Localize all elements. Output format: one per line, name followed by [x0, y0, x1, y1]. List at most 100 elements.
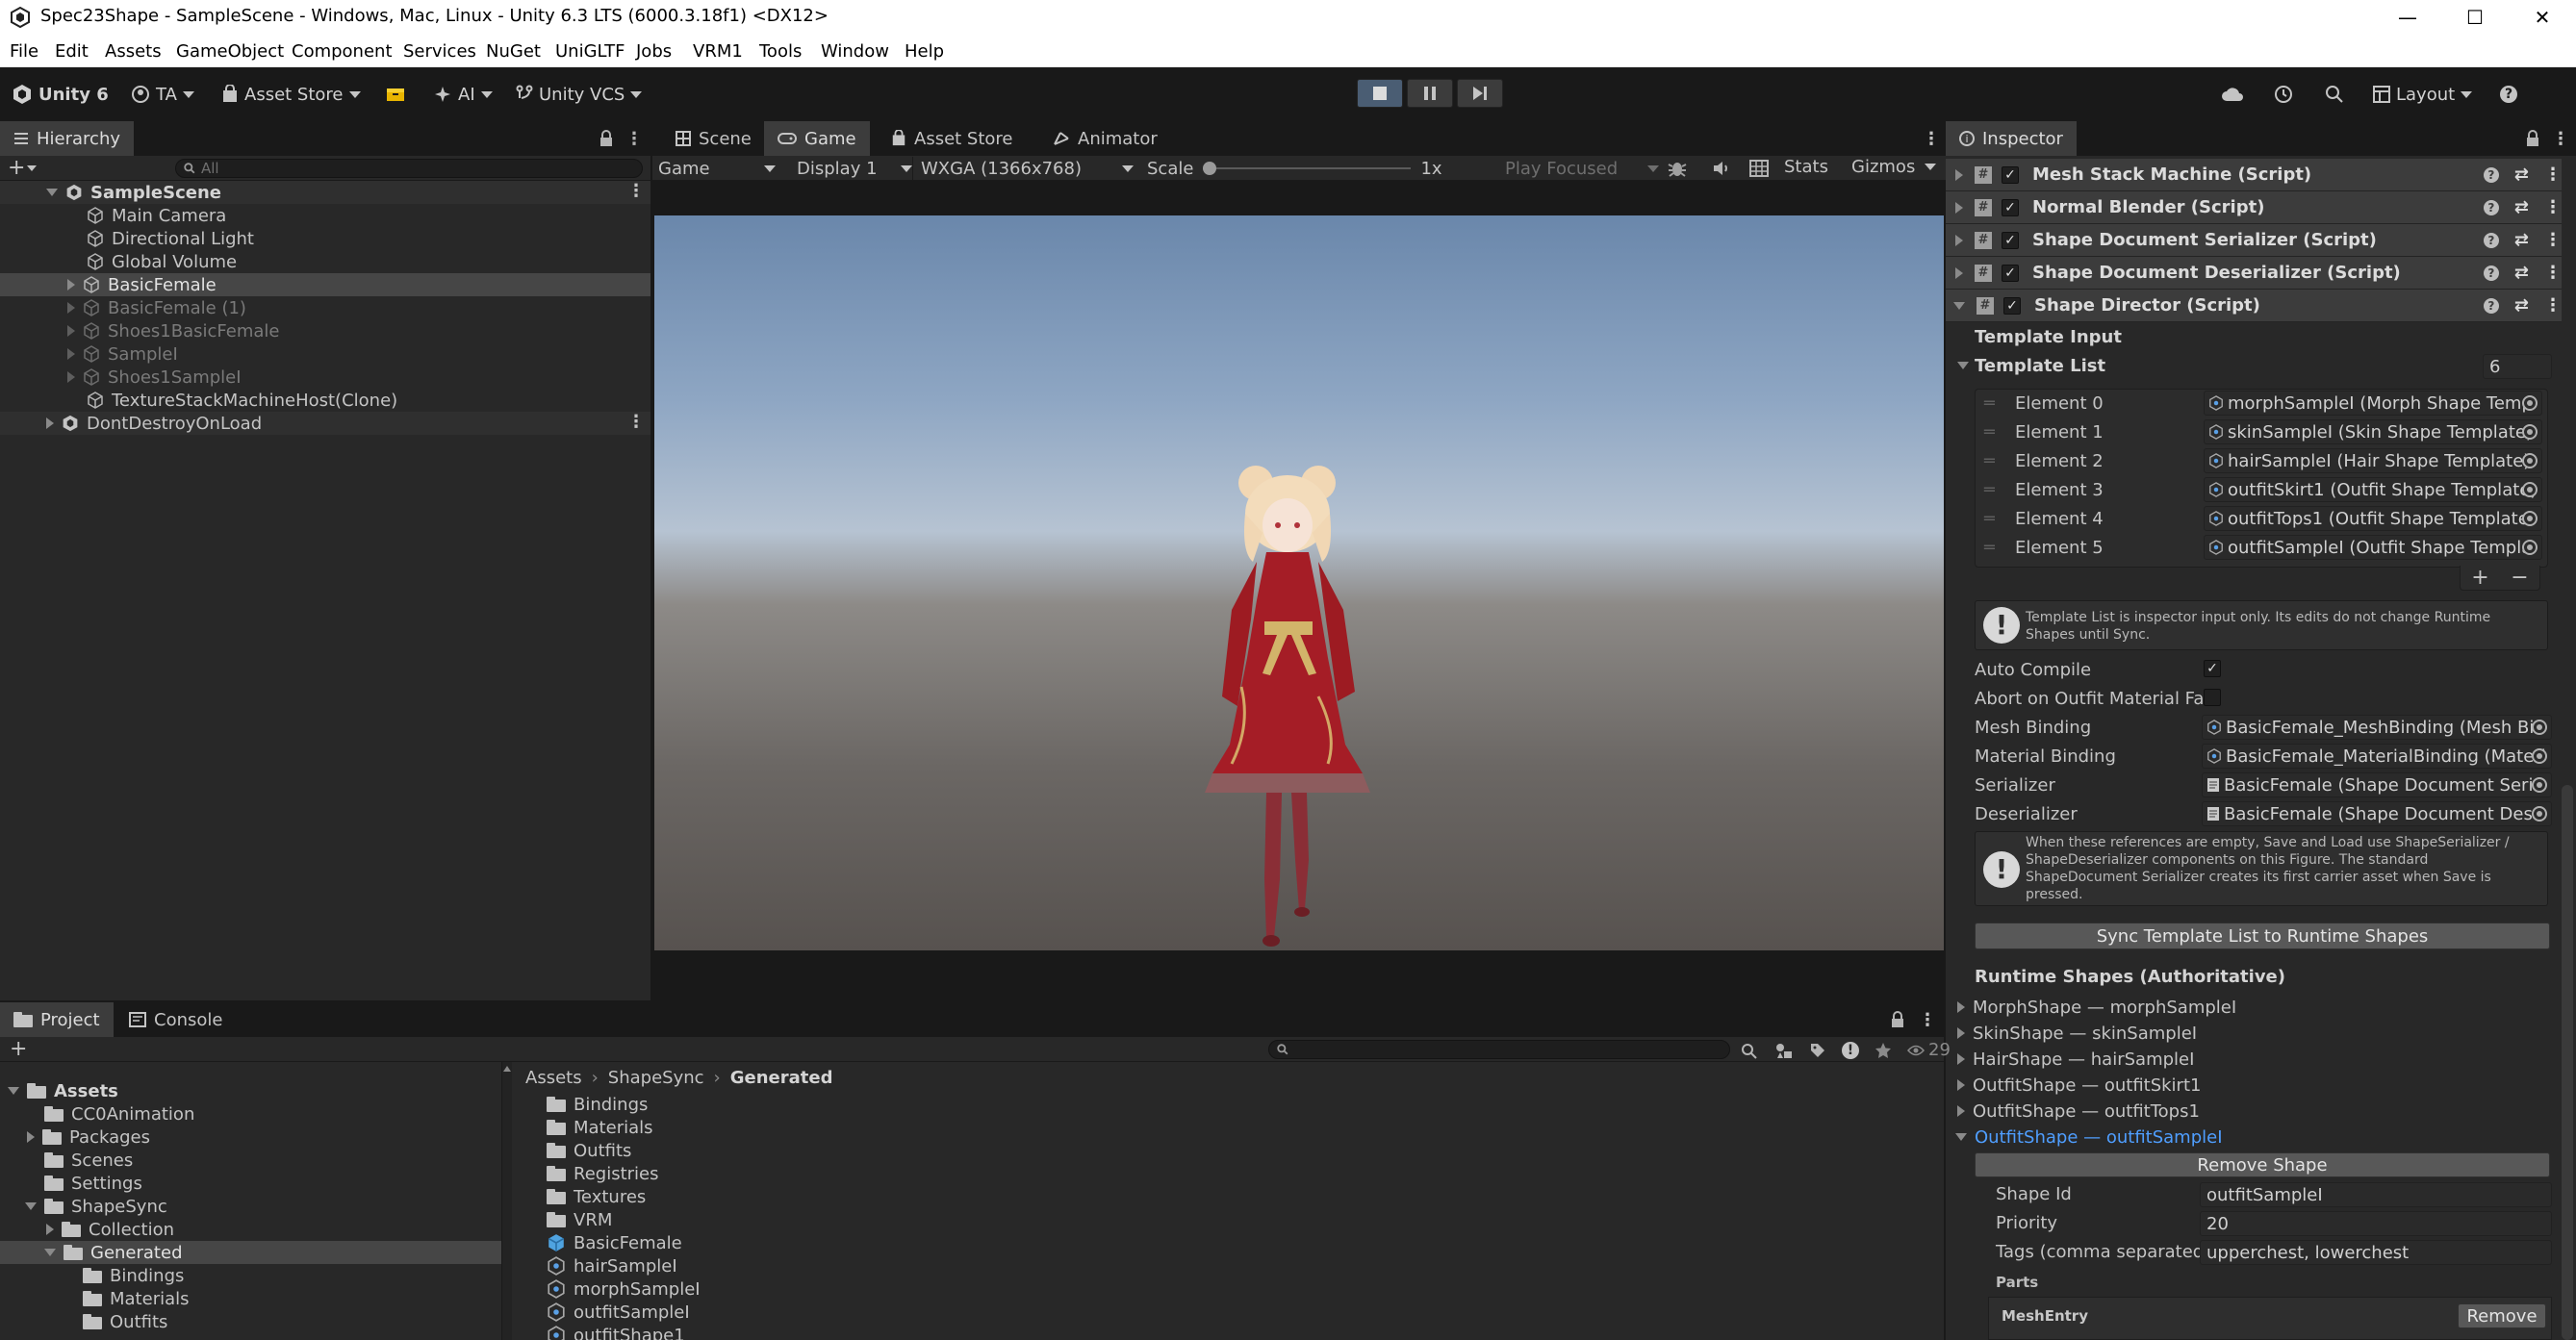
priority-field[interactable]: 20 — [2200, 1211, 2552, 1236]
menu-window[interactable]: Window — [821, 41, 889, 62]
object-picker-icon[interactable] — [2522, 511, 2538, 526]
collapse-arrow-icon[interactable] — [8, 1087, 19, 1095]
tags-field[interactable]: upperchest, lowerchest — [2200, 1240, 2552, 1265]
expand-arrow-icon[interactable] — [1957, 1001, 1965, 1013]
expand-arrow-icon[interactable] — [1957, 1053, 1965, 1065]
more-menu-icon[interactable]: ⋮ — [2552, 129, 2569, 149]
dontdestroy-item[interactable]: DontDestroyOnLoad — [46, 412, 262, 435]
menu-unigltf[interactable]: UniGLTF — [555, 41, 625, 62]
component-enabled-checkbox[interactable]: ✓ — [2002, 231, 2019, 249]
more-menu-icon[interactable]: ⋮ — [625, 129, 643, 149]
menu-edit[interactable]: Edit — [55, 41, 89, 62]
breadcrumb-shapesync[interactable]: ShapeSync — [608, 1068, 704, 1088]
expand-arrow-icon[interactable] — [46, 417, 54, 429]
presets-icon[interactable]: ⇄ — [2514, 197, 2529, 217]
file-item-registries[interactable]: Registries — [547, 1162, 659, 1185]
unity-version-button[interactable]: Unity 6 — [12, 81, 109, 108]
material-binding-field[interactable]: BasicFemale_MaterialBinding (Materi — [2202, 744, 2552, 769]
component-shape-document-deserializer[interactable]: # ✓ Shape Document Deserializer (Script)… — [1946, 257, 2562, 290]
expand-arrow-icon[interactable] — [67, 302, 75, 314]
tab-inspector[interactable]: i Inspector — [1946, 121, 2077, 156]
hierarchy-item-directional-light[interactable]: Directional Light — [87, 227, 254, 250]
display-dropdown[interactable]: Display 1 — [797, 157, 912, 180]
menu-nuget[interactable]: NuGet — [486, 41, 541, 62]
filter-type-icon[interactable] — [1774, 1042, 1794, 1059]
help-button[interactable]: ? — [2500, 81, 2517, 108]
hierarchy-item-basicfemale[interactable]: BasicFemale — [67, 273, 217, 296]
drag-handle-icon[interactable]: ═ — [1984, 451, 1995, 471]
hierarchy-item-samplei[interactable]: SampleI — [67, 342, 178, 366]
step-button[interactable] — [1457, 79, 1503, 108]
drag-handle-icon[interactable]: ═ — [1984, 480, 1995, 500]
component-enabled-checkbox[interactable]: ✓ — [2002, 198, 2019, 216]
object-picker-icon[interactable] — [2532, 720, 2547, 735]
expand-arrow-icon[interactable] — [1955, 234, 1963, 246]
scene-item[interactable]: SampleScene — [46, 181, 221, 204]
presets-icon[interactable]: ⇄ — [2514, 263, 2529, 283]
tree-item-collection[interactable]: Collection — [46, 1218, 174, 1241]
create-button[interactable]: + — [8, 156, 38, 180]
auto-compile-checkbox[interactable]: ✓ — [2204, 660, 2221, 677]
runtime-shape-item[interactable]: MorphShape — morphSampleI — [1957, 996, 2236, 1019]
component-mesh-stack-machine[interactable]: # ✓ Mesh Stack Machine (Script) ? ⇄ ⋮ — [1946, 159, 2562, 191]
tree-item-generated[interactable]: Generated — [44, 1241, 183, 1264]
file-item-outfitsamplei[interactable]: outfitSampleI — [547, 1301, 690, 1324]
file-item-materials[interactable]: Materials — [547, 1116, 653, 1139]
help-icon[interactable]: ? — [2483, 166, 2499, 183]
cloud-button[interactable] — [2221, 81, 2244, 108]
collapse-arrow-icon[interactable] — [44, 1249, 56, 1256]
expand-arrow-icon[interactable] — [27, 1131, 35, 1143]
slider-thumb[interactable] — [1203, 162, 1217, 175]
object-picker-icon[interactable] — [2532, 777, 2547, 793]
tree-item-scenes[interactable]: Scenes — [44, 1149, 133, 1172]
collapse-arrow-icon[interactable] — [46, 189, 58, 196]
help-icon[interactable]: ? — [2483, 265, 2499, 281]
file-item-outfitshape1[interactable]: outfitShape1 — [547, 1324, 685, 1340]
hierarchy-item-shoes1basicfemale[interactable]: Shoes1BasicFemale — [67, 319, 280, 342]
tab-console[interactable]: Console — [115, 1002, 236, 1037]
expand-arrow-icon[interactable] — [1955, 168, 1963, 181]
remove-element-button[interactable]: − — [2511, 566, 2528, 590]
menu-tools[interactable]: Tools — [759, 41, 802, 62]
serializer-field[interactable]: BasicFemale (Shape Document Seria — [2202, 772, 2552, 797]
menu-vrm1[interactable]: VRM1 — [693, 41, 743, 62]
tab-game[interactable]: Game — [764, 121, 870, 156]
scale-slider[interactable] — [1203, 157, 1412, 180]
hierarchy-search-input[interactable]: All — [175, 159, 643, 178]
tree-item-assets[interactable]: Assets — [8, 1079, 118, 1102]
breadcrumb-generated[interactable]: Generated — [730, 1068, 833, 1088]
dontdestroy-more-icon[interactable]: ⋮ — [627, 412, 645, 432]
menu-file[interactable]: File — [10, 41, 38, 62]
resolution-dropdown[interactable]: WXGA (1366x768) — [912, 157, 1134, 180]
search-button[interactable] — [2325, 81, 2344, 108]
element-object-field[interactable]: outfitSkirt1 (Outfit Shape Template) — [2204, 477, 2542, 502]
expand-arrow-icon[interactable] — [1955, 266, 1963, 279]
tree-item-bindings[interactable]: Bindings — [83, 1264, 184, 1287]
menu-assets[interactable]: Assets — [105, 41, 162, 62]
hierarchy-item-shoes1samplei[interactable]: Shoes1SampleI — [67, 366, 242, 389]
game-view-dropdown[interactable]: Game — [658, 157, 781, 180]
file-item-vrm[interactable]: VRM — [547, 1208, 612, 1231]
ai-dropdown[interactable]: AI — [433, 81, 493, 108]
collapse-arrow-icon[interactable] — [1957, 362, 1969, 369]
expand-arrow-icon[interactable] — [67, 371, 75, 383]
play-button[interactable] — [1357, 79, 1403, 108]
runtime-shape-item[interactable]: OutfitShape — outfitSkirt1 — [1957, 1074, 2201, 1097]
stats-grid-icon[interactable] — [1749, 160, 1769, 177]
menu-gameobject[interactable]: GameObject — [176, 41, 284, 62]
package-manager-button[interactable] — [386, 81, 405, 108]
drag-handle-icon[interactable]: ═ — [1984, 538, 1995, 558]
warning-filter-icon[interactable]: ! — [1842, 1041, 1859, 1059]
tree-item-materials[interactable]: Materials — [83, 1287, 190, 1310]
breadcrumb-assets[interactable]: Assets — [525, 1068, 582, 1088]
element-object-field[interactable]: skinSampleI (Skin Shape Template) — [2204, 419, 2542, 444]
expand-arrow-icon[interactable] — [46, 1224, 54, 1235]
component-normal-blender[interactable]: # ✓ Normal Blender (Script) ? ⇄ ⋮ — [1946, 191, 2562, 224]
hierarchy-item-texturestack[interactable]: TextureStackMachineHost(Clone) — [87, 389, 397, 412]
component-enabled-checkbox[interactable]: ✓ — [2002, 165, 2019, 184]
collapse-arrow-icon[interactable] — [25, 1202, 37, 1210]
tab-scene[interactable]: Scene — [662, 121, 765, 156]
template-list-size-field[interactable]: 6 — [2483, 354, 2552, 379]
tab-asset-store[interactable]: Asset Store — [878, 121, 1027, 156]
minimize-button[interactable]: — — [2379, 0, 2436, 35]
